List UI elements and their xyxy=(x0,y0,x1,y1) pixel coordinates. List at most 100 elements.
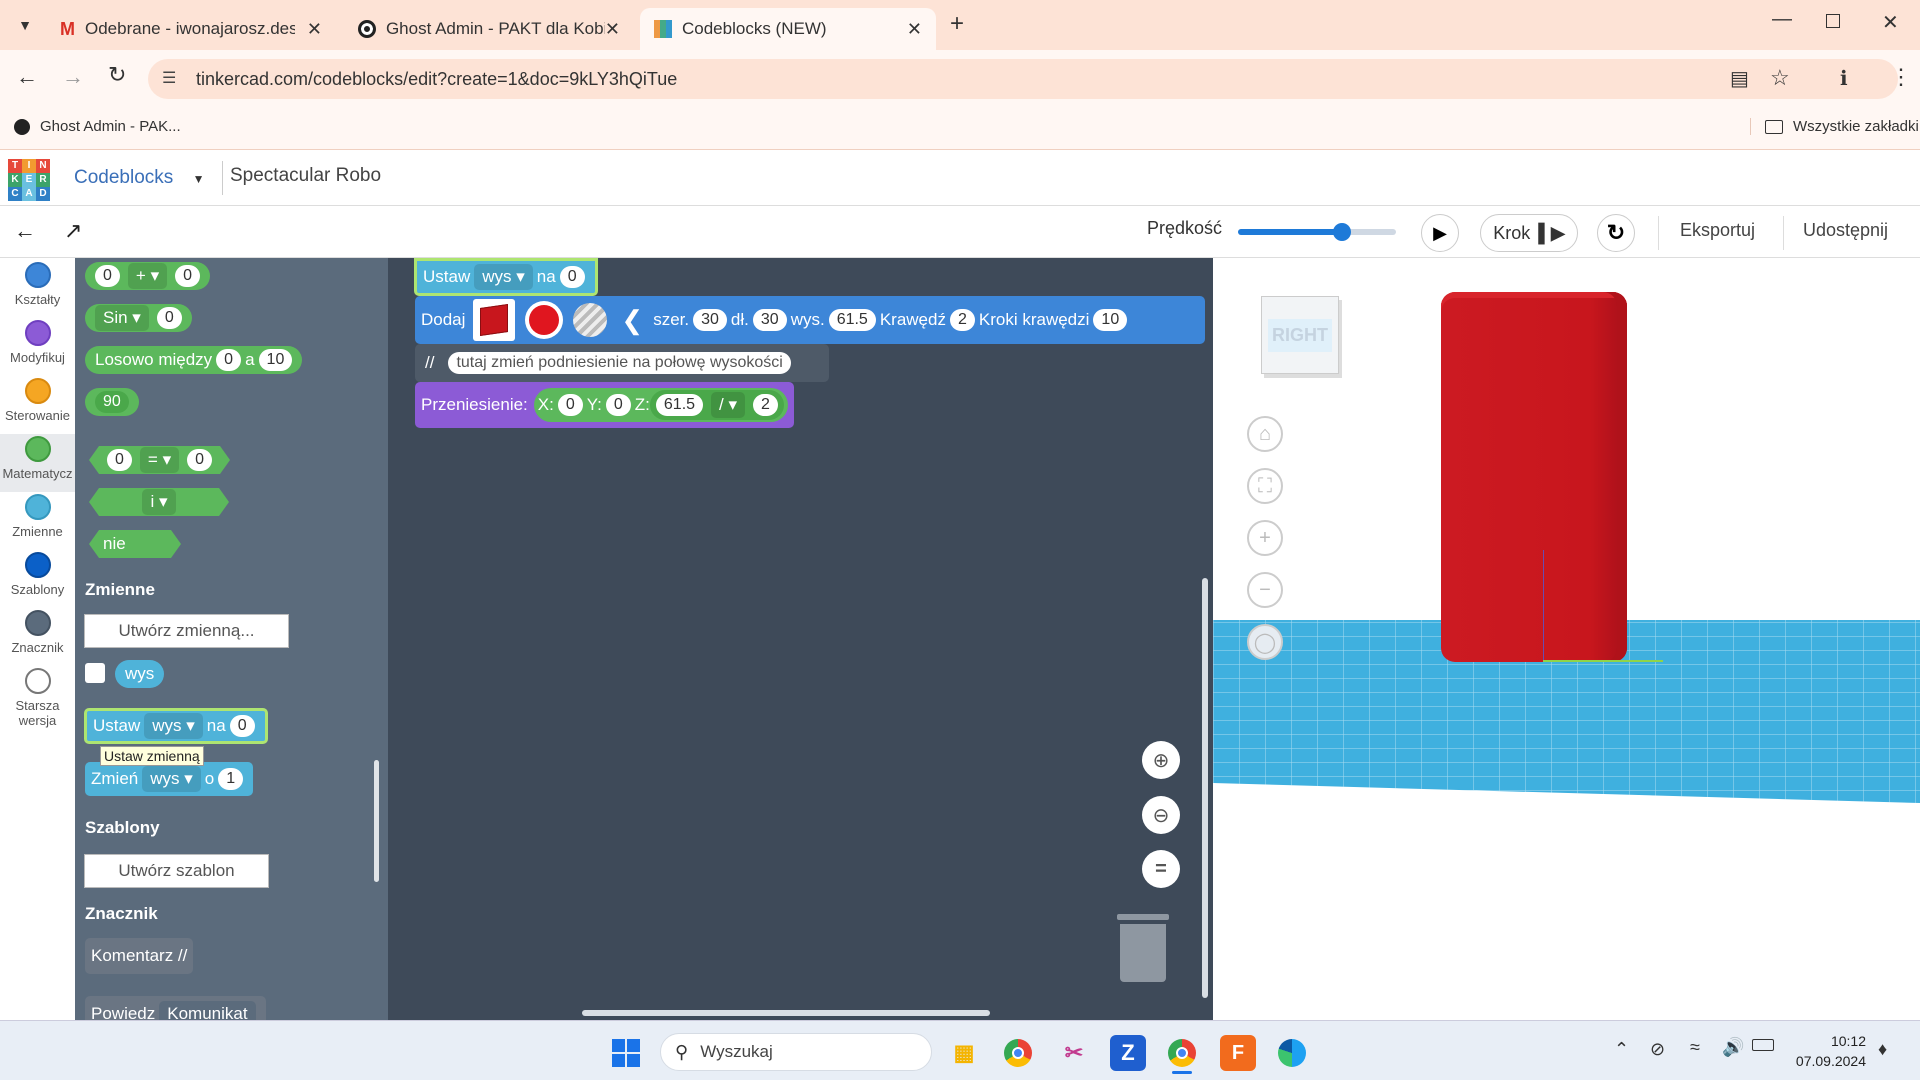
close-tab-icon[interactable]: ✕ xyxy=(307,19,322,40)
bookmark-star-icon[interactable]: ☆ xyxy=(1770,65,1790,91)
3d-viewport[interactable]: RIGHT ⌂ ⛶ + − ◯ xyxy=(1213,258,1920,1020)
category-marker[interactable]: Znacznik xyxy=(0,608,75,664)
collapse-arrow-icon[interactable]: ❮ xyxy=(621,305,643,336)
math-input-b[interactable]: 0 xyxy=(175,265,201,287)
reload-icon[interactable]: ↻ xyxy=(108,62,126,88)
zoom-app-icon[interactable]: Z xyxy=(1110,1035,1146,1071)
speed-slider-thumb[interactable] xyxy=(1333,223,1352,241)
compare-operator-dropdown[interactable]: = ▾ xyxy=(140,447,179,473)
extension-icon[interactable]: ℹ xyxy=(1840,66,1848,91)
number-input[interactable]: 90 xyxy=(95,391,129,413)
forward-icon[interactable]: → xyxy=(62,64,84,90)
workspace-horizontal-scrollbar[interactable] xyxy=(582,1010,990,1016)
flyout-scrollbar[interactable] xyxy=(374,760,379,882)
browser-menu-icon[interactable]: ⋮ xyxy=(1890,64,1912,90)
edge-input[interactable]: 2 xyxy=(949,309,975,331)
close-tab-icon[interactable]: ✕ xyxy=(605,19,620,40)
restore-icon[interactable] xyxy=(1826,14,1840,28)
variable-dropdown[interactable]: wys ▾ xyxy=(142,766,201,792)
tab-ghost-admin[interactable]: Ghost Admin - PAKT dla Kobiet ✕ xyxy=(344,8,634,50)
network-off-icon[interactable]: ⊘ xyxy=(1650,1039,1665,1060)
chrome-icon[interactable] xyxy=(1000,1035,1036,1071)
division-operator-dropdown[interactable]: / ▾ xyxy=(711,392,746,418)
variable-block-wys[interactable]: wys xyxy=(115,660,165,688)
create-variable-button[interactable]: Utwórz zmienną... xyxy=(84,614,289,648)
zoom-out-button[interactable]: ⊖ xyxy=(1142,796,1180,834)
zoom-out-icon[interactable]: − xyxy=(1247,572,1283,608)
project-title[interactable]: Spectacular Robo xyxy=(230,165,381,187)
perspective-icon[interactable]: ◯ xyxy=(1247,624,1283,660)
fusion-icon[interactable]: F xyxy=(1220,1035,1256,1071)
red-box-shape[interactable] xyxy=(1441,292,1627,662)
function-dropdown[interactable]: Sin ▾ xyxy=(95,305,149,331)
divisor-input[interactable]: 2 xyxy=(753,394,778,416)
step-button[interactable]: Krok ▌▶ xyxy=(1480,214,1578,252)
category-control[interactable]: Sterowanie xyxy=(0,376,75,432)
back-icon[interactable]: ← xyxy=(16,64,38,90)
set-value-input[interactable]: 0 xyxy=(229,715,255,737)
message-input[interactable]: Komunikat xyxy=(159,1001,256,1020)
taskbar-search[interactable]: ⚲ Wyszukaj xyxy=(660,1033,932,1071)
change-variable-block[interactable]: Zmień wys ▾ o 1 xyxy=(85,762,254,796)
chrome-active-icon[interactable] xyxy=(1164,1035,1200,1071)
math-add-block[interactable]: 0 + ▾ 0 xyxy=(85,262,211,290)
new-tab-button[interactable]: + xyxy=(950,10,964,38)
z-input[interactable]: 61.5 xyxy=(655,394,704,416)
set-value-input[interactable]: 0 xyxy=(559,266,585,288)
compare-block[interactable]: 0 = ▾ 0 xyxy=(89,446,230,474)
file-explorer-icon[interactable]: ▦ xyxy=(946,1035,982,1071)
category-templates[interactable]: Szablony xyxy=(0,550,75,606)
edge-steps-input[interactable]: 10 xyxy=(1093,309,1128,331)
all-bookmarks[interactable]: Wszystkie zakładki xyxy=(1750,118,1919,135)
clock-date[interactable]: 07.09.2024 xyxy=(1786,1053,1866,1069)
variable-dropdown[interactable]: wys ▾ xyxy=(474,264,533,290)
redo-icon[interactable]: ↗ xyxy=(64,218,82,244)
play-button[interactable]: ▶ xyxy=(1421,214,1459,252)
tab-list-button[interactable]: ▼ xyxy=(12,12,38,38)
edge-icon[interactable] xyxy=(1274,1035,1310,1071)
number-block[interactable]: 90 xyxy=(85,388,139,416)
function-input[interactable]: 0 xyxy=(156,307,182,329)
share-button[interactable]: Udostępnij xyxy=(1803,220,1888,241)
fit-view-icon[interactable]: ⛶ xyxy=(1247,468,1283,504)
url-field[interactable]: ☰ tinkercad.com/codeblocks/edit?create=1… xyxy=(148,59,1898,99)
export-button[interactable]: Eksportuj xyxy=(1680,220,1755,241)
undo-icon[interactable]: ← xyxy=(14,218,36,244)
length-input[interactable]: 30 xyxy=(752,309,787,331)
chevron-up-icon[interactable]: ⌃ xyxy=(1614,1039,1629,1060)
minimize-icon[interactable]: — xyxy=(1772,8,1792,31)
variable-checkbox[interactable] xyxy=(85,663,105,683)
x-input[interactable]: 0 xyxy=(557,394,583,416)
reset-button[interactable]: ↻ xyxy=(1597,214,1635,252)
zoom-in-icon[interactable]: + xyxy=(1247,520,1283,556)
snipping-tool-icon[interactable]: ✂ xyxy=(1056,1035,1092,1071)
reset-zoom-button[interactable]: = xyxy=(1142,850,1180,888)
site-info-icon[interactable]: ☰ xyxy=(162,68,176,88)
random-block[interactable]: Losowo między 0 a 10 xyxy=(85,346,303,374)
change-value-input[interactable]: 1 xyxy=(218,768,244,790)
math-input-a[interactable]: 0 xyxy=(95,265,120,287)
not-block[interactable]: nie xyxy=(89,530,181,558)
home-view-icon[interactable]: ⌂ xyxy=(1247,416,1283,452)
codeblocks-menu[interactable]: Codeblocks ▼ xyxy=(74,167,204,189)
workspace-vertical-scrollbar[interactable] xyxy=(1202,578,1208,998)
add-shape-block[interactable]: Dodaj ❮ szer. 30 dł. 30 wys. 61.5 Krawęd… xyxy=(415,296,1205,344)
random-max-input[interactable]: 10 xyxy=(258,349,293,371)
zoom-in-button[interactable]: ⊕ xyxy=(1142,741,1180,779)
color-picker[interactable] xyxy=(525,301,564,339)
wifi-icon[interactable]: ≈ xyxy=(1690,1037,1700,1058)
y-input[interactable]: 0 xyxy=(605,394,631,416)
height-input[interactable]: 61.5 xyxy=(828,309,876,331)
shape-preview[interactable] xyxy=(473,299,516,341)
tab-codeblocks[interactable]: Codeblocks (NEW) ✕ xyxy=(640,8,936,50)
tab-gmail[interactable]: M Odebrane - iwonajarosz.design ✕ xyxy=(46,8,336,50)
code-workspace[interactable]: Ustaw wys ▾ na 0 Dodaj ❮ szer. 30 dł. 30… xyxy=(388,258,1213,1020)
math-operator-dropdown[interactable]: + ▾ xyxy=(127,263,168,289)
clock-time[interactable]: 10:12 xyxy=(1806,1033,1866,1049)
speed-slider[interactable] xyxy=(1238,223,1396,241)
notification-bell-icon[interactable]: ♦ xyxy=(1878,1039,1887,1060)
category-math[interactable]: Matematycz xyxy=(0,434,75,492)
sin-block[interactable]: Sin ▾ 0 xyxy=(85,304,192,332)
category-shapes[interactable]: Kształty xyxy=(0,260,75,316)
category-modify[interactable]: Modyfikuj xyxy=(0,318,75,374)
